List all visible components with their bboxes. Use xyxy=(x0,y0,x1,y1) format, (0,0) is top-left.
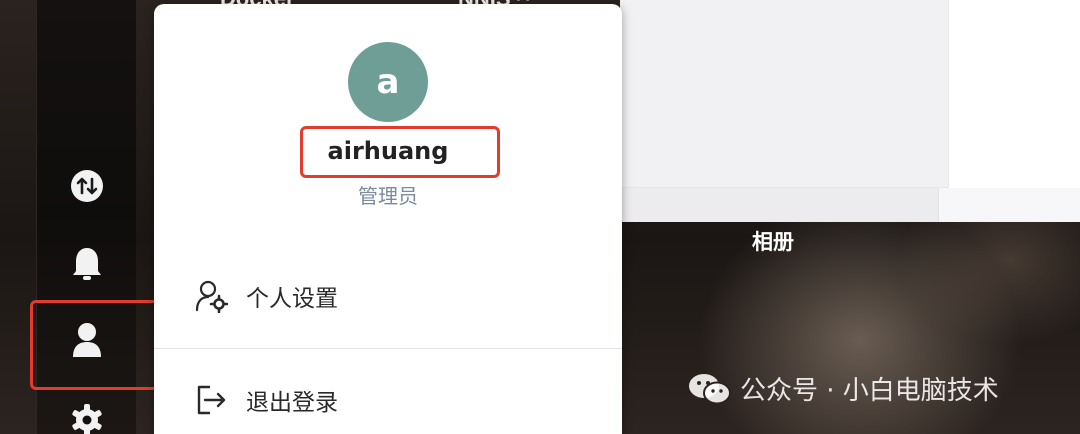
avatar: a xyxy=(348,42,428,122)
settings-button[interactable] xyxy=(65,398,109,434)
logout-icon xyxy=(197,385,226,415)
user-menu-popup: a airhuang 管理员 个人设置 退出登录 xyxy=(154,4,622,434)
window-bottom-bar xyxy=(620,188,1080,222)
window-pane xyxy=(620,0,948,188)
transfer-arrows-icon xyxy=(70,170,103,202)
personal-settings-item[interactable]: 个人设置 xyxy=(194,266,614,326)
background-window xyxy=(620,0,1080,222)
logout-label: 退出登录 xyxy=(246,390,338,416)
user-icon xyxy=(72,323,101,357)
window-tab-strip xyxy=(938,188,1080,222)
gear-icon xyxy=(71,404,102,434)
left-dock xyxy=(36,0,136,434)
user-role: 管理员 xyxy=(358,184,418,208)
watermark-text: 公众号 · 小白电脑技术 xyxy=(740,376,999,406)
user-button[interactable] xyxy=(65,318,109,362)
notifications-button[interactable] xyxy=(65,242,109,286)
watermark: 公众号 · 小白电脑技术 xyxy=(688,370,999,407)
logout-item[interactable]: 退出登录 xyxy=(194,370,614,430)
transfer-button[interactable] xyxy=(65,164,109,208)
username: airhuang xyxy=(327,137,449,165)
wechat-icon xyxy=(689,373,731,404)
personal-settings-label: 个人设置 xyxy=(246,286,338,312)
menu-divider xyxy=(154,348,622,349)
album-label[interactable]: 相册 xyxy=(752,226,794,256)
bell-icon xyxy=(72,248,101,280)
user-settings-icon xyxy=(195,280,228,313)
window-side-pane xyxy=(948,0,1080,188)
